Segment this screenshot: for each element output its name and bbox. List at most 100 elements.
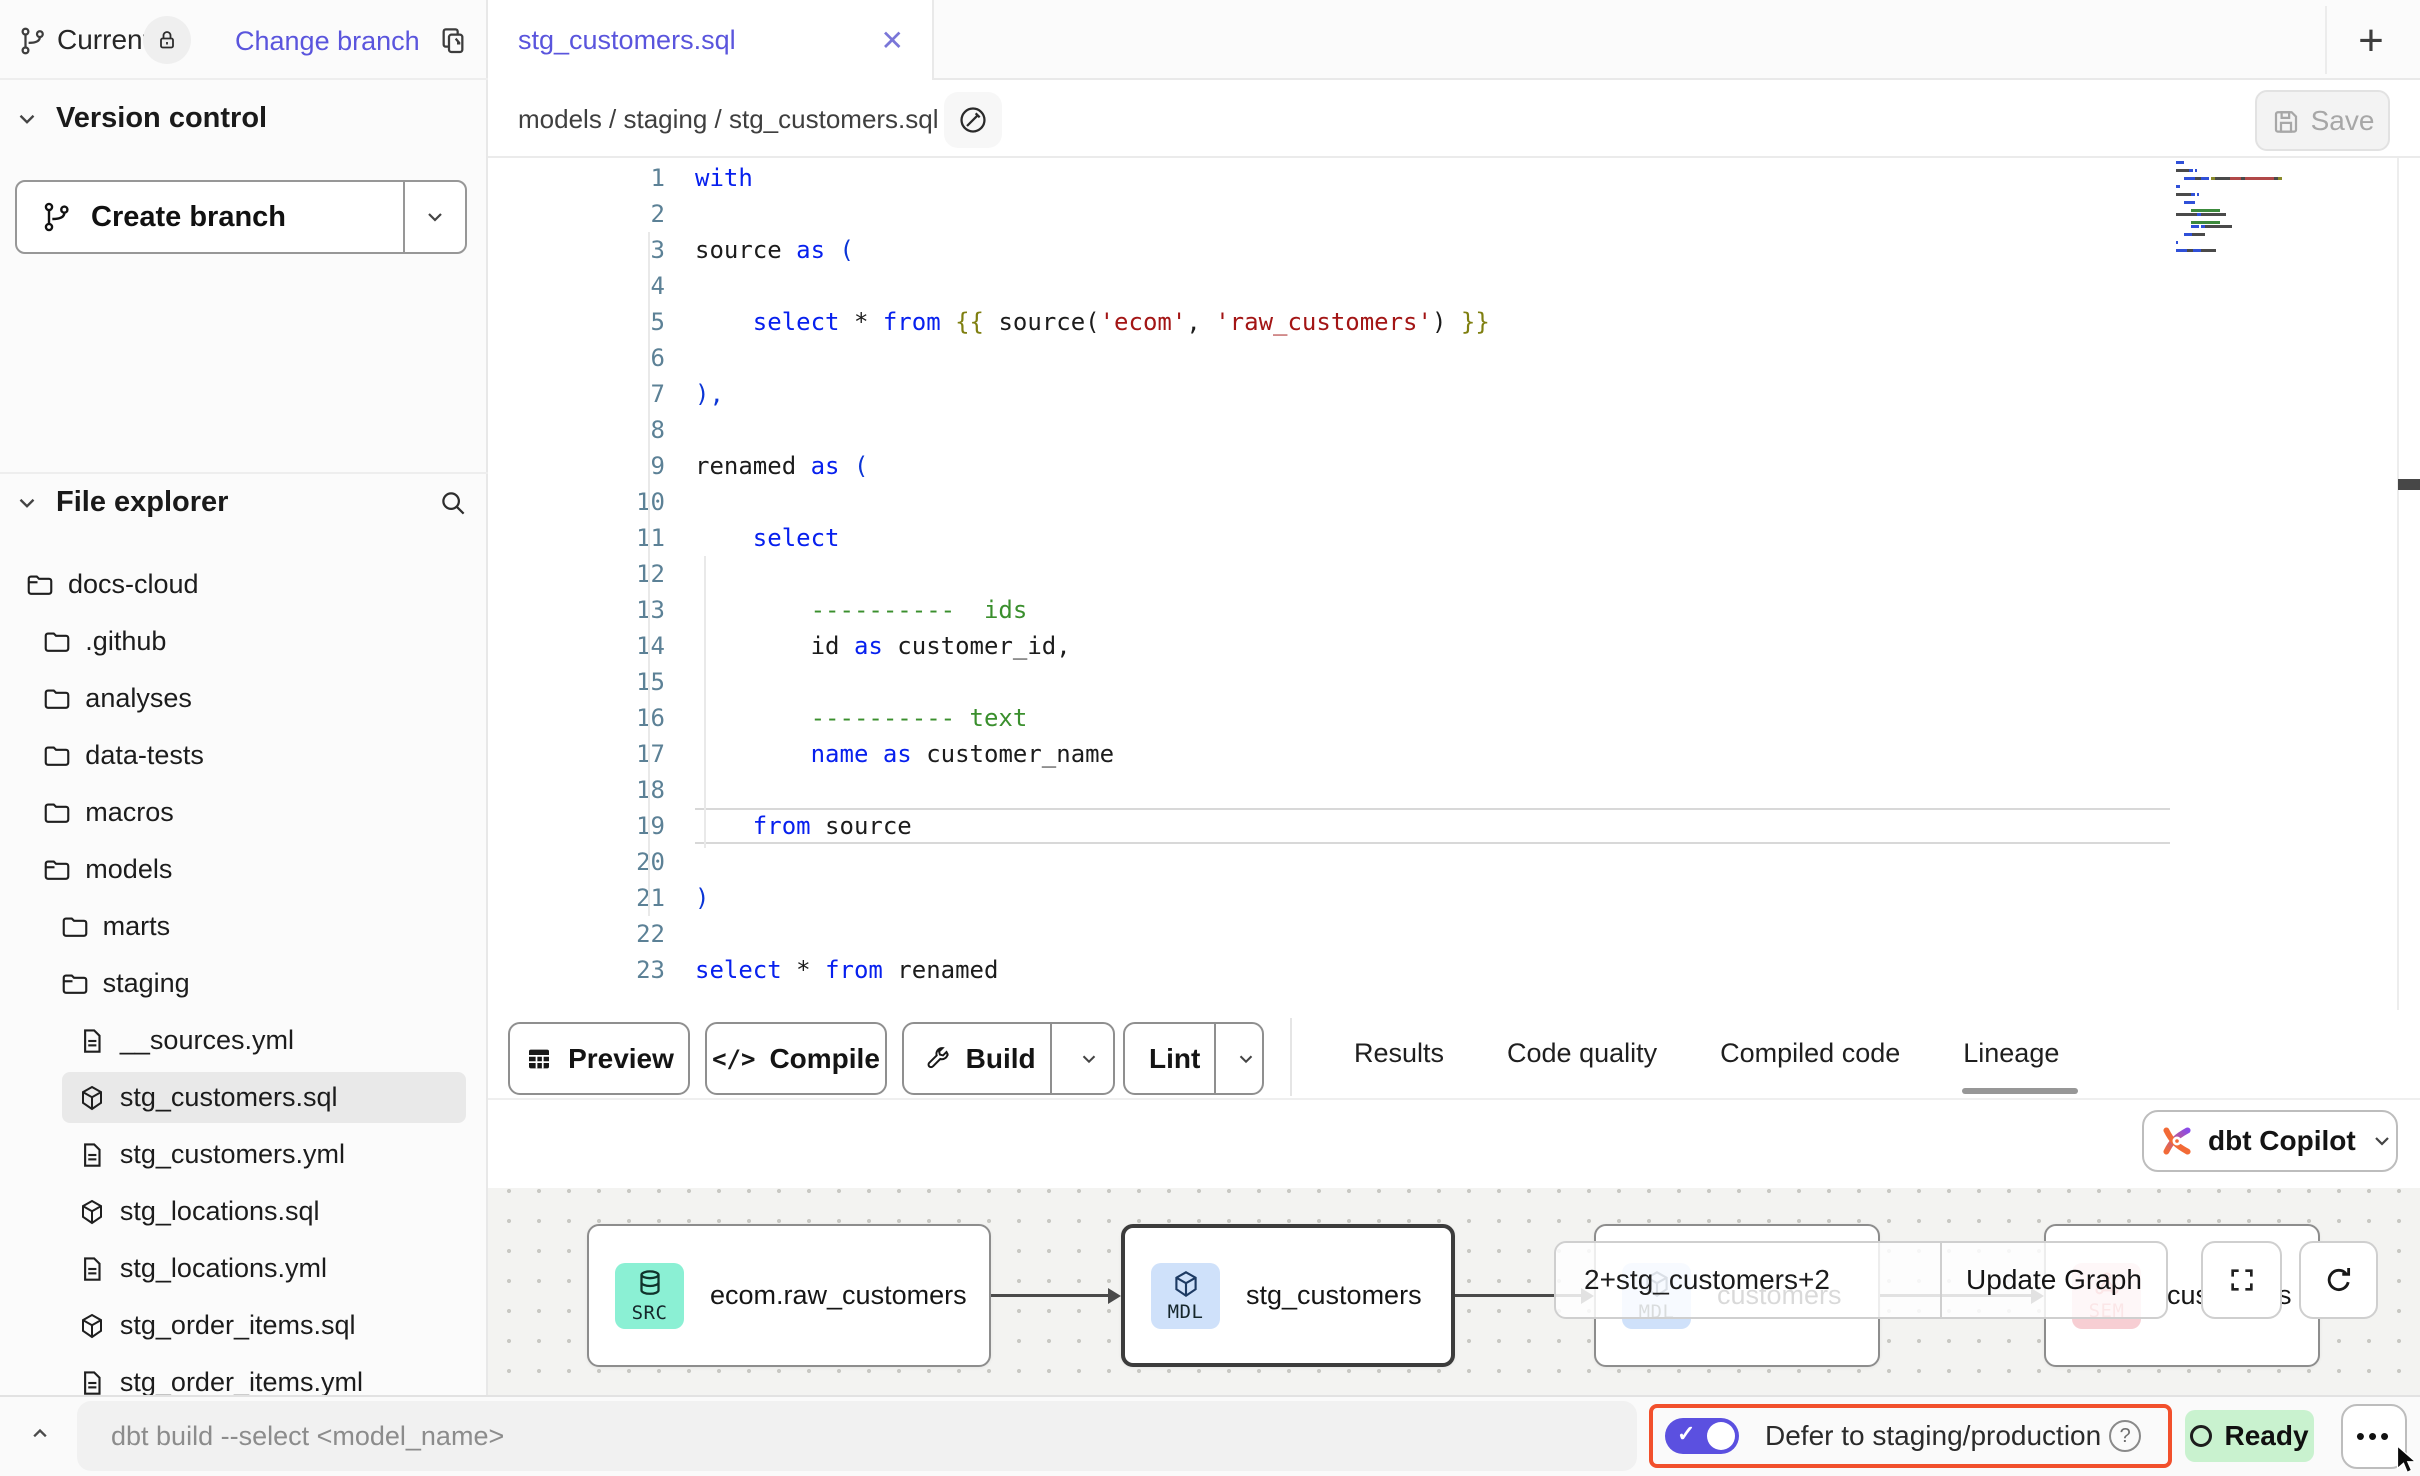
collapse-panel-button[interactable] — [14, 1408, 66, 1460]
file-tree-label: data-tests — [85, 740, 204, 771]
tab-compiled-code[interactable]: Compiled code — [1720, 1038, 1900, 1069]
model-gauge-icon[interactable] — [944, 92, 1002, 148]
refresh-button[interactable] — [2299, 1241, 2378, 1319]
file-tree-item-stg-customers-yml[interactable]: stg_customers.yml — [0, 1126, 486, 1183]
code-line-11: 11 select — [540, 520, 2170, 556]
scrollbar-thumb[interactable] — [2398, 479, 2420, 490]
branch-header: Current Change branch — [0, 0, 488, 80]
file-icon — [77, 1140, 107, 1170]
line-number: 22 — [540, 916, 665, 952]
search-icon[interactable] — [438, 488, 468, 518]
tab-stg-customers-sql[interactable]: stg_customers.sql ✕ — [488, 0, 934, 80]
file-tree-label: stg_order_items.sql — [120, 1310, 356, 1341]
create-branch-button[interactable]: Create branch — [15, 180, 467, 254]
line-number: 18 — [540, 772, 665, 808]
tabbar-separator — [2325, 6, 2327, 74]
tab-results[interactable]: Results — [1354, 1038, 1444, 1069]
file-tree-item--sources-yml[interactable]: __sources.yml — [0, 1012, 486, 1069]
line-number: 4 — [540, 268, 665, 304]
new-tab-button[interactable]: + — [2344, 14, 2398, 68]
file-tree-item-analyses[interactable]: analyses — [0, 670, 486, 727]
dbt-copilot-logo-icon — [2160, 1124, 2194, 1158]
close-icon[interactable]: ✕ — [881, 24, 904, 57]
lint-button[interactable]: Lint — [1123, 1022, 1264, 1095]
folder-open-icon — [60, 969, 90, 999]
tab-lineage[interactable]: Lineage — [1963, 1038, 2059, 1069]
line-number: 12 — [540, 556, 665, 592]
preview-label: Preview — [568, 1043, 674, 1075]
file-tree-item-stg-customers-sql[interactable]: stg_customers.sql — [0, 1069, 486, 1126]
code-line-7: 7), — [540, 376, 2170, 412]
model-icon — [77, 1197, 107, 1227]
code-line-14: 14 id as customer_id, — [540, 628, 2170, 664]
save-label: Save — [2311, 105, 2375, 137]
dbt-copilot-label: dbt Copilot — [2208, 1125, 2356, 1157]
defer-toggle[interactable]: ✓ — [1665, 1418, 1739, 1454]
chevron-down-icon — [1235, 1048, 1257, 1070]
file-tree-label: staging — [103, 968, 190, 999]
lineage-node-stg-customers[interactable]: MDLstg_customers — [1121, 1224, 1455, 1367]
help-icon[interactable]: ? — [2109, 1420, 2141, 1452]
version-control-header[interactable]: Version control — [14, 102, 267, 135]
line-number: 14 — [540, 628, 665, 664]
code-line-16: 16 ---------- text — [540, 700, 2170, 736]
file-tree-label: models — [85, 854, 172, 885]
code-line-8: 8 — [540, 412, 2170, 448]
code-line-3: 3source as ( — [540, 232, 2170, 268]
file-tree-label: __sources.yml — [120, 1025, 294, 1056]
code-line-15: 15 — [540, 664, 2170, 700]
active-tab-underline — [1962, 1088, 2078, 1094]
file-tree-item-staging[interactable]: staging — [0, 955, 486, 1012]
folder-open-icon — [25, 570, 55, 600]
code-line-21: 21) — [540, 880, 2170, 916]
folder-icon — [42, 741, 72, 771]
fullscreen-icon — [2226, 1264, 2258, 1296]
file-tree-label: stg_customers.sql — [120, 1082, 338, 1113]
build-dropdown[interactable] — [1066, 1024, 1113, 1093]
editor-minimap[interactable] — [2176, 160, 2391, 252]
file-tree-item-docs-cloud[interactable]: docs-cloud — [0, 556, 486, 613]
change-branch-link[interactable]: Change branch — [235, 26, 420, 57]
preview-button[interactable]: Preview — [508, 1022, 690, 1095]
tab-code-quality[interactable]: Code quality — [1507, 1038, 1657, 1069]
file-tree-label: stg_customers.yml — [120, 1139, 345, 1170]
line-number: 21 — [540, 880, 665, 916]
file-tree: docs-cloud.githubanalyses data-tests macro… — [0, 556, 486, 1411]
editor-overview-ruler — [2397, 158, 2399, 1010]
code-line-17: 17 name as customer_name — [540, 736, 2170, 772]
copy-icon[interactable] — [437, 24, 469, 56]
version-control-title: Version control — [56, 102, 267, 135]
lint-dropdown[interactable] — [1230, 1024, 1262, 1093]
save-button[interactable]: Save — [2255, 90, 2390, 151]
lineage-edge — [991, 1294, 1108, 1297]
file-tree-item-models[interactable]: models — [0, 841, 486, 898]
file-tree-item-data-tests[interactable]: data-tests — [0, 727, 486, 784]
indent-guide — [704, 556, 706, 848]
file-tree-item-marts[interactable]: marts — [0, 898, 486, 955]
file-tree-item--github[interactable]: .github — [0, 613, 486, 670]
file-tree-item-stg-order-items-sql[interactable]: stg_order_items.sql — [0, 1297, 486, 1354]
line-number: 6 — [540, 340, 665, 376]
lineage-selector-input[interactable]: 2+stg_customers+2 — [1584, 1264, 1940, 1296]
compile-button[interactable]: </> Compile — [705, 1022, 887, 1095]
file-tree-item-stg-locations-yml[interactable]: stg_locations.yml — [0, 1240, 486, 1297]
fullscreen-button[interactable] — [2201, 1241, 2282, 1319]
save-icon — [2271, 106, 2301, 136]
build-button[interactable]: Build — [902, 1022, 1115, 1095]
lock-icon — [155, 28, 179, 52]
update-graph-button[interactable]: Update Graph — [1942, 1264, 2166, 1296]
dbt-copilot-button[interactable]: dbt Copilot — [2142, 1110, 2398, 1172]
line-number: 9 — [540, 448, 665, 484]
breadcrumb: models / staging / stg_customers.sql — [518, 104, 939, 135]
line-number: 8 — [540, 412, 665, 448]
file-tree-item-stg-locations-sql[interactable]: stg_locations.sql — [0, 1183, 486, 1240]
status-circle-icon — [2190, 1425, 2212, 1447]
command-input[interactable]: dbt build --select <model_name> — [77, 1401, 1637, 1471]
file-explorer-header[interactable]: File explorer — [14, 486, 474, 519]
defer-highlight-annotation: ✓ Defer to staging/production ? — [1649, 1404, 2172, 1468]
lineage-node-ecom-raw-customers[interactable]: SRCecom.raw_customers — [587, 1224, 991, 1367]
create-branch-dropdown[interactable] — [405, 182, 465, 252]
file-tree-item-macros[interactable]: macros — [0, 784, 486, 841]
code-editor[interactable]: 1with23source as (45 select * from {{ so… — [488, 158, 2397, 1010]
line-number: 1 — [540, 160, 665, 196]
